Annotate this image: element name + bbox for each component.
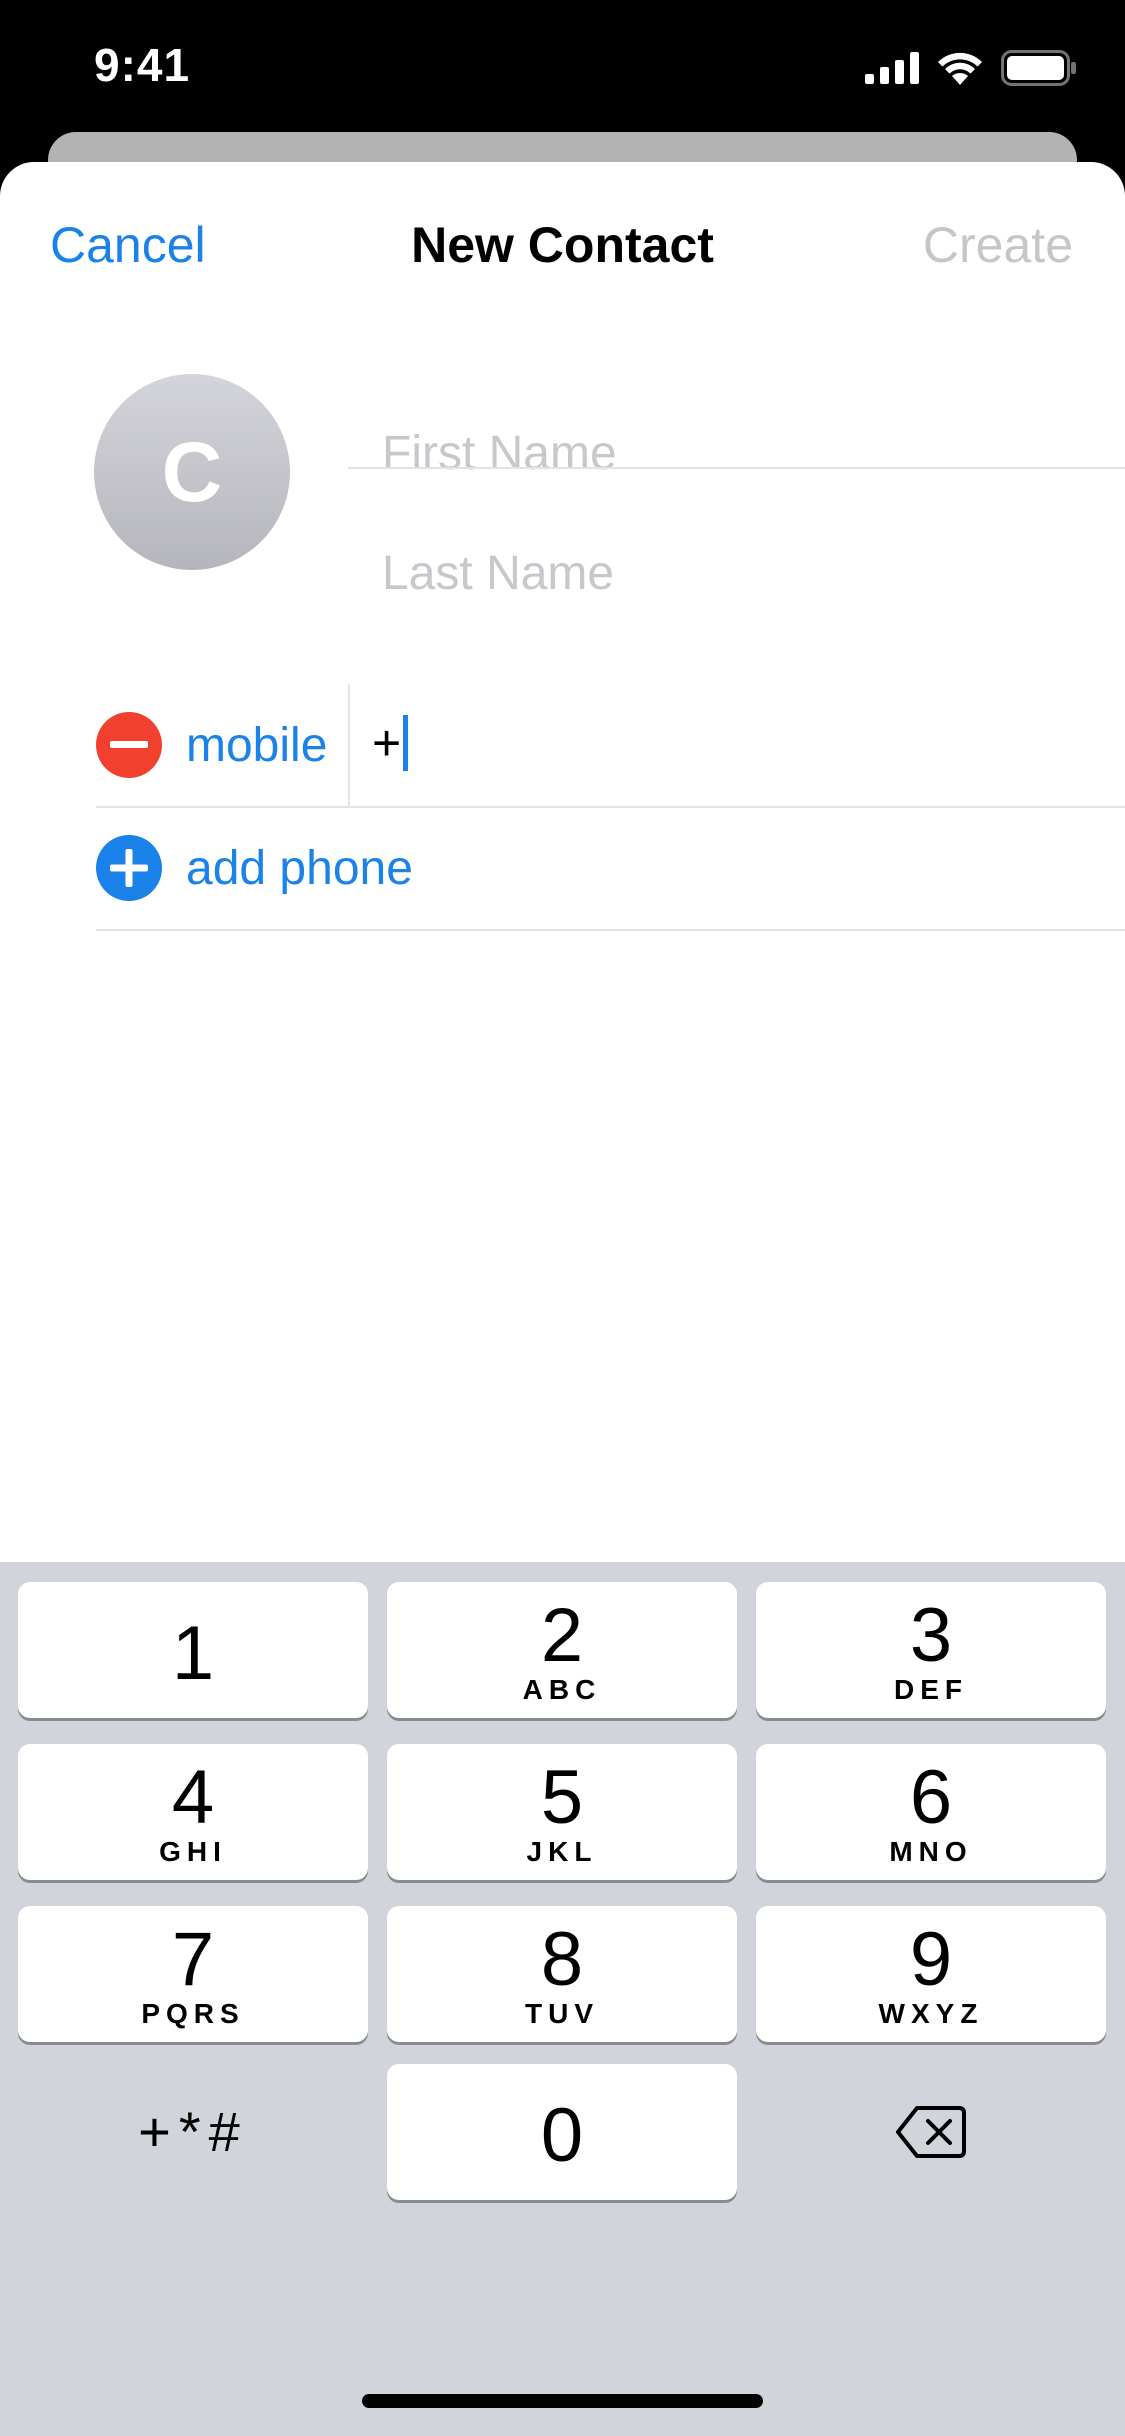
key-digit: 3 [909, 1593, 953, 1678]
key-letters: TUV [525, 1998, 599, 2029]
key-letters: MNO [889, 1836, 973, 1867]
status-icons [865, 50, 1077, 86]
key-5[interactable]: 5 JKL [387, 1744, 737, 1880]
key-letters: ABC [522, 1674, 602, 1705]
key-digit: 9 [909, 1917, 953, 2002]
key-digit: 1 [171, 1611, 215, 1696]
create-button[interactable]: Create [923, 216, 1073, 274]
status-time: 9:41 [94, 39, 191, 91]
add-phone-separator [96, 929, 1125, 931]
wifi-icon [938, 52, 982, 85]
add-phone-button[interactable] [96, 835, 162, 901]
add-phone-row[interactable]: add phone [0, 807, 1125, 929]
delete-key[interactable] [756, 2064, 1106, 2200]
cellular-signal-icon [865, 52, 919, 84]
home-indicator[interactable] [362, 2394, 763, 2408]
key-letters: DEF [894, 1674, 968, 1705]
key-letters: WXYZ [878, 1998, 984, 2029]
phone-row-mobile: mobile + [0, 684, 1125, 806]
text-caret [403, 715, 409, 771]
remove-phone-button[interactable] [96, 712, 162, 778]
last-name-field[interactable] [348, 514, 1125, 632]
key-digit: 5 [540, 1755, 584, 1840]
avatar-initial: C [161, 424, 223, 519]
key-digit: 4 [171, 1755, 215, 1840]
key-letters: GHI [159, 1836, 227, 1867]
key-3[interactable]: 3 DEF [756, 1582, 1106, 1718]
cancel-button[interactable]: Cancel [50, 216, 206, 274]
key-6[interactable]: 6 MNO [756, 1744, 1106, 1880]
key-1[interactable]: 1 [18, 1582, 368, 1718]
key-digit: 0 [540, 2093, 584, 2178]
key-4[interactable]: 4 GHI [18, 1744, 368, 1880]
key-digit: 8 [540, 1917, 584, 2002]
phone-number-input[interactable]: + [372, 714, 409, 772]
key-9[interactable]: 9 WXYZ [756, 1906, 1106, 2042]
plus-icon [110, 849, 148, 887]
key-7[interactable]: 7 PQRS [18, 1906, 368, 2042]
phone-number-value: + [372, 715, 402, 771]
first-name-field[interactable] [348, 394, 1125, 512]
key-8[interactable]: 8 TUV [387, 1906, 737, 2042]
add-phone-label: add phone [186, 842, 413, 895]
delete-backspace-icon [896, 2106, 966, 2158]
battery-icon [1001, 50, 1076, 86]
key-letters: PQRS [141, 1998, 245, 2029]
avatar[interactable]: C [94, 374, 290, 570]
label-divider [348, 684, 350, 806]
key-symbols[interactable]: +*# [18, 2064, 368, 2200]
phone-label-button[interactable]: mobile [186, 718, 327, 773]
key-0[interactable]: 0 [387, 2064, 737, 2200]
phone-keypad: 1 2 ABC 3 DEF 4 GHI 5 JKL 6 MNO 7 PQRS 8… [0, 1562, 1125, 2436]
key-digit: 6 [909, 1755, 953, 1840]
minus-icon [110, 741, 148, 748]
status-bar: 9:41 [0, 0, 1125, 132]
name-separator [348, 467, 1125, 469]
key-letters: JKL [526, 1836, 598, 1867]
key-2[interactable]: 2 ABC [387, 1582, 737, 1718]
key-digit: 7 [171, 1917, 215, 2002]
key-digit: 2 [540, 1593, 584, 1678]
